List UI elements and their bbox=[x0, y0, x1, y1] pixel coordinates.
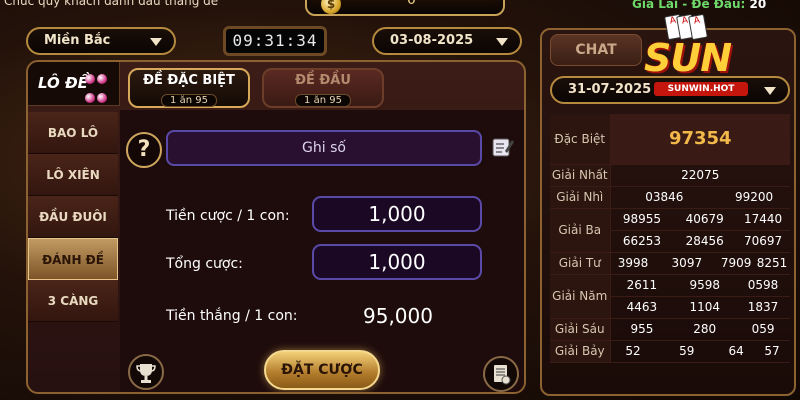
bet-per-label: Tiền cược / 1 con: bbox=[166, 208, 290, 224]
prize-number: 57 bbox=[754, 340, 790, 363]
sidebar-item-bao-lo[interactable]: BAO LÔ bbox=[28, 112, 118, 154]
prize-number: 98955 bbox=[610, 208, 674, 231]
sunwin-logo: AAA SUN SUNWIN.HOT bbox=[640, 8, 760, 98]
trophy-button[interactable] bbox=[128, 354, 164, 390]
prize-number: 3097 bbox=[655, 252, 719, 275]
number-entry-field[interactable]: Ghi số bbox=[166, 130, 482, 166]
countdown-clock: 09:31:34 bbox=[223, 26, 327, 56]
sidebar-item-lo-xien[interactable]: LÔ XIÊN bbox=[28, 154, 118, 196]
tab-label: ĐỀ ĐẶC BIỆT bbox=[143, 73, 235, 88]
lottery-balls-icon bbox=[84, 70, 108, 108]
balance-bar: $ 0 bbox=[305, 0, 505, 16]
prize-number: 8251 bbox=[754, 252, 790, 275]
region-select[interactable]: Miền Bắc bbox=[26, 27, 176, 55]
playing-cards-icon: AAA bbox=[664, 8, 708, 41]
prize-number: 0598 bbox=[736, 274, 790, 297]
place-bet-button[interactable]: ĐẶT CƯỢC bbox=[264, 350, 380, 390]
total-bet-label: Tổng cược: bbox=[166, 256, 243, 272]
sunwin-logo-text: SUN bbox=[644, 36, 732, 80]
prize-number: 52 bbox=[610, 340, 656, 363]
prize-number: 70697 bbox=[736, 230, 790, 253]
prize-number: 66253 bbox=[610, 230, 674, 253]
prize-number: 99200 bbox=[718, 186, 790, 209]
sidebar-item-danh-de[interactable]: ĐÁNH ĐỀ bbox=[28, 238, 118, 280]
prize-number: 03846 bbox=[610, 186, 719, 209]
prize-number: 22075 bbox=[610, 164, 790, 187]
table-row: Giải Tư 3998 3097 7909 8251 bbox=[550, 252, 790, 275]
prize-label: Giải Bảy bbox=[550, 340, 611, 363]
coin-icon: $ bbox=[321, 0, 341, 14]
prize-label: Giải Tư bbox=[550, 252, 611, 275]
prize-label: Giải Sáu bbox=[550, 318, 611, 341]
table-row: Giải Bảy 52 59 64 57 bbox=[550, 340, 790, 363]
chevron-down-icon bbox=[764, 87, 776, 95]
prize-number: 7909 bbox=[718, 252, 755, 275]
win-per-value: 95,000 bbox=[363, 304, 433, 328]
table-row: Giải Sáu 955 280 059 bbox=[550, 318, 790, 341]
table-row: Giải Ba 98955 40679 17440 bbox=[550, 208, 790, 253]
lode-logo-text: LÔ ĐỀ bbox=[38, 74, 88, 92]
result-date-value: 31-07-2025 bbox=[568, 82, 652, 97]
win-per-label: Tiền thắng / 1 con: bbox=[166, 308, 298, 324]
chevron-down-icon bbox=[496, 38, 508, 46]
sunwin-logo-ribbon: SUNWIN.HOT bbox=[654, 82, 748, 96]
prize-number: 1104 bbox=[673, 296, 737, 319]
prize-number: 59 bbox=[655, 340, 719, 363]
special-prize-number: 97354 bbox=[610, 114, 790, 165]
prize-number: 9598 bbox=[673, 274, 737, 297]
edit-icon[interactable] bbox=[492, 136, 514, 158]
tab-label: ĐỀ ĐẦU bbox=[295, 73, 351, 88]
table-row: Đặc Biệt 97354 bbox=[550, 114, 790, 165]
balance-value: 0 bbox=[407, 0, 416, 8]
prize-number: 1837 bbox=[736, 296, 790, 319]
table-row: Giải Năm 2611 9598 0598 bbox=[550, 274, 790, 319]
history-button[interactable] bbox=[483, 356, 519, 392]
chat-button[interactable]: CHAT bbox=[550, 34, 642, 66]
prize-number: 17440 bbox=[736, 208, 790, 231]
prize-number: 40679 bbox=[673, 208, 737, 231]
sidebar-item-dau-duoi[interactable]: ĐẦU ĐUÔI bbox=[28, 196, 118, 238]
prize-number: 955 bbox=[610, 318, 674, 341]
tab-de-dac-biet[interactable]: ĐỀ ĐẶC BIỆT 1 ăn 95 bbox=[128, 68, 250, 108]
prize-label: Giải Năm bbox=[550, 274, 611, 319]
odds-badge: 1 ăn 95 bbox=[161, 94, 217, 107]
table-row: Giải Nhì 03846 99200 bbox=[550, 186, 790, 209]
total-bet-field: 1,000 bbox=[312, 244, 482, 280]
lottery-results-table: Đặc Biệt 97354 Giải Nhất 22075 Giải Nhì … bbox=[550, 114, 790, 363]
tab-de-dau[interactable]: ĐỀ ĐẦU 1 ăn 95 bbox=[262, 68, 384, 108]
date-select[interactable]: 03-08-2025 bbox=[372, 27, 522, 55]
prize-label: Giải Nhất bbox=[550, 164, 611, 187]
prize-number: 280 bbox=[673, 318, 737, 341]
odds-badge: 1 ăn 95 bbox=[295, 94, 351, 107]
bet-per-input[interactable]: 1,000 bbox=[312, 196, 482, 232]
region-select-value: Miền Bắc bbox=[44, 33, 111, 48]
prize-label: Giải Nhì bbox=[550, 186, 611, 209]
sidebar-item-3-cang[interactable]: 3 CÀNG bbox=[28, 280, 118, 322]
table-row: Giải Nhất 22075 bbox=[550, 164, 790, 187]
prize-number: 64 bbox=[718, 340, 755, 363]
date-select-value: 03-08-2025 bbox=[390, 33, 474, 48]
bet-type-sidebar: BAO LÔ LÔ XIÊN ĐẦU ĐUÔI ĐÁNH ĐỀ 3 CÀNG bbox=[28, 112, 118, 322]
prize-number: 2611 bbox=[610, 274, 674, 297]
prize-number: 28456 bbox=[673, 230, 737, 253]
prize-number: 4463 bbox=[610, 296, 674, 319]
trophy-icon bbox=[136, 364, 156, 383]
betting-panel: LÔ ĐỀ BAO LÔ LÔ XIÊN ĐẦU ĐUÔI ĐÁNH ĐỀ 3 … bbox=[26, 60, 526, 394]
prize-number: 059 bbox=[736, 318, 790, 341]
receipt-icon bbox=[494, 365, 511, 385]
prize-label: Đặc Biệt bbox=[550, 114, 611, 165]
welcome-message: Chúc quý khách đánh đầu thắng đề bbox=[4, 0, 219, 8]
prize-number: 3998 bbox=[610, 252, 656, 275]
help-button[interactable]: ? bbox=[126, 132, 162, 168]
chevron-down-icon bbox=[150, 38, 162, 46]
lode-logo: LÔ ĐỀ bbox=[28, 62, 120, 106]
prize-label: Giải Ba bbox=[550, 208, 611, 253]
